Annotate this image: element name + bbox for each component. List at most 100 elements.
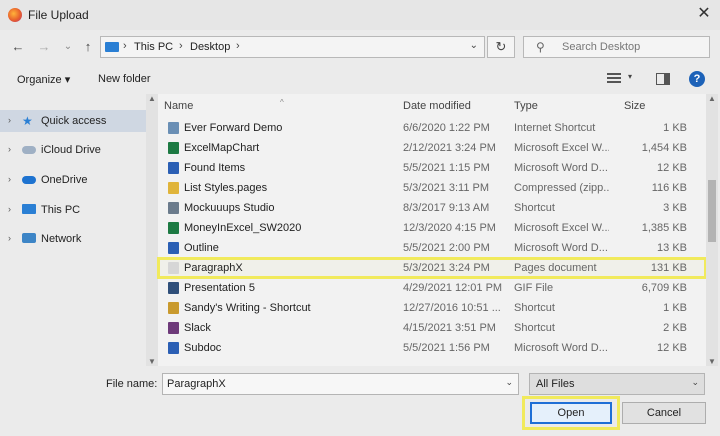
file-list-scrollbar[interactable]: ▲ ▼: [706, 94, 718, 366]
file-name-field[interactable]: ⌄: [162, 373, 519, 395]
file-name: Subdoc: [184, 342, 222, 354]
title-bar: File Upload ✕: [0, 0, 720, 30]
chevron-right-icon[interactable]: ›: [8, 204, 11, 214]
file-type: Shortcut: [514, 322, 555, 334]
chevron-right-icon: ›: [179, 40, 183, 52]
file-type: Shortcut: [514, 302, 555, 314]
chevron-down-icon[interactable]: ▾: [628, 72, 632, 81]
file-date: 4/15/2021 3:51 PM: [403, 322, 496, 334]
file-name: Presentation 5: [184, 282, 255, 294]
star-icon: ★: [22, 114, 33, 128]
sidebar-item-onedrive[interactable]: › OneDrive: [0, 169, 146, 191]
file-row[interactable]: ParagraphX 5/3/2021 3:24 PM Pages document…: [157, 257, 707, 279]
sidebar-item-quick-access[interactable]: › ★ Quick access: [0, 110, 146, 132]
sidebar-item-label: Quick access: [41, 115, 107, 127]
file-row[interactable]: Subdoc 5/5/2021 1:56 PM Microsoft Word D..…: [158, 338, 706, 358]
search-input[interactable]: ⚲ Search Desktop: [523, 36, 710, 58]
chevron-down-icon[interactable]: ⌄: [505, 377, 513, 388]
preview-pane-icon[interactable]: [656, 73, 670, 85]
file-row[interactable]: Mockuuups Studio 8/3/2017 9:13 AM Shortcut…: [158, 198, 706, 218]
search-icon: ⚲: [536, 40, 545, 54]
chevron-down-icon[interactable]: ⌄: [470, 40, 478, 51]
file-type: Microsoft Excel W...: [514, 222, 609, 234]
image-icon: [168, 282, 179, 294]
breadcrumb-desktop[interactable]: Desktop: [190, 41, 230, 53]
file-size: 13 KB: [657, 242, 687, 254]
address-bar[interactable]: › This PC › Desktop › ⌄: [100, 36, 485, 58]
sidebar-item-network[interactable]: › Network: [0, 228, 146, 250]
file-row[interactable]: Presentation 5 4/29/2021 12:01 PM GIF File…: [158, 278, 706, 298]
file-size: 3 KB: [663, 202, 687, 214]
scroll-up-icon[interactable]: ▲: [708, 94, 716, 103]
help-icon[interactable]: ?: [689, 71, 705, 87]
file-row[interactable]: List Styles.pages 5/3/2021 3:11 PM Compres…: [158, 178, 706, 198]
word-icon: [168, 342, 179, 354]
file-name: List Styles.pages: [184, 182, 268, 194]
firefox-icon: [8, 8, 22, 22]
sidebar-item-icloud-drive[interactable]: › iCloud Drive: [0, 139, 146, 161]
file-row[interactable]: MoneyInExcel_SW2020 12/3/2020 4:15 PM Micr…: [158, 218, 706, 238]
scroll-down-icon[interactable]: ▼: [708, 357, 716, 366]
scroll-down-icon[interactable]: ▼: [148, 357, 156, 366]
organize-menu[interactable]: Organize ▾: [17, 73, 70, 86]
column-header-type[interactable]: Type: [514, 100, 538, 112]
file-row[interactable]: Ever Forward Demo 6/6/2020 1:22 PM Interne…: [158, 118, 706, 138]
file-row[interactable]: Slack 4/15/2021 3:51 PM Shortcut 2 KB: [158, 318, 706, 338]
file-size: 1,454 KB: [641, 142, 687, 154]
up-arrow-icon[interactable]: ↑: [80, 38, 96, 56]
chevron-right-icon[interactable]: ›: [8, 115, 11, 125]
file-row[interactable]: Outline 5/5/2021 2:00 PM Microsoft Word D.…: [158, 238, 706, 258]
file-date: 12/27/2016 10:51 ...: [403, 302, 501, 314]
file-type: Microsoft Word D...: [514, 162, 608, 174]
file-type-value: All Files: [536, 378, 575, 390]
excel-icon: [168, 142, 179, 154]
file-size: 116 KB: [651, 182, 687, 194]
chevron-right-icon: ›: [236, 40, 240, 52]
dialog-title: File Upload: [28, 8, 89, 22]
recent-locations-icon[interactable]: ⌄: [60, 38, 76, 56]
sidebar-scrollbar[interactable]: ▲ ▼: [146, 94, 158, 366]
refresh-button[interactable]: ↻: [487, 36, 515, 58]
chevron-right-icon[interactable]: ›: [8, 144, 11, 154]
document-icon: [168, 262, 179, 274]
file-type-select[interactable]: All Files ⌄: [529, 373, 705, 395]
file-date: 8/3/2017 9:13 AM: [403, 202, 490, 214]
new-folder-button[interactable]: New folder: [98, 73, 151, 85]
back-arrow-icon[interactable]: ←: [10, 38, 26, 56]
file-row[interactable]: ExcelMapChart 2/12/2021 3:24 PM Microsoft …: [158, 138, 706, 158]
computer-icon: [22, 204, 36, 214]
column-header-name[interactable]: Name ^: [164, 98, 284, 112]
forward-arrow-icon[interactable]: →: [36, 38, 52, 56]
word-icon: [168, 162, 179, 174]
chevron-right-icon[interactable]: ›: [8, 174, 11, 184]
file-row[interactable]: Found Items 5/5/2021 1:15 PM Microsoft Wor…: [158, 158, 706, 178]
cancel-button[interactable]: Cancel: [622, 402, 706, 424]
onedrive-icon: [22, 176, 36, 184]
open-button[interactable]: Open: [530, 402, 612, 424]
view-options-icon[interactable]: [607, 73, 621, 85]
column-header-date[interactable]: Date modified: [403, 100, 471, 112]
breadcrumb-this-pc[interactable]: This PC: [134, 41, 173, 53]
file-size: 12 KB: [657, 162, 687, 174]
close-button[interactable]: ✕: [694, 4, 714, 24]
scrollbar-thumb[interactable]: [708, 180, 716, 242]
sidebar-item-this-pc[interactable]: › This PC: [0, 199, 146, 221]
file-name: MoneyInExcel_SW2020: [184, 222, 302, 234]
navigation-bar: ← → ⌄ ↑ › This PC › Desktop › ⌄ ↻ ⚲ Sear…: [0, 30, 720, 64]
scroll-up-icon[interactable]: ▲: [148, 94, 156, 103]
file-name-label: File name:: [106, 378, 158, 390]
word-icon: [168, 242, 179, 254]
chevron-right-icon[interactable]: ›: [8, 233, 11, 243]
chevron-down-icon[interactable]: ⌄: [691, 377, 699, 388]
column-header-size[interactable]: Size: [624, 100, 645, 112]
file-type: Internet Shortcut: [514, 122, 596, 134]
file-name: Slack: [184, 322, 211, 334]
file-size: 1 KB: [663, 302, 687, 314]
file-name: Sandy's Writing - Shortcut: [184, 302, 311, 314]
file-type: Microsoft Word D...: [514, 242, 608, 254]
file-name-input[interactable]: [163, 374, 483, 394]
file-type: GIF File: [514, 282, 554, 294]
file-row[interactable]: Sandy's Writing - Shortcut 12/27/2016 10:…: [158, 298, 706, 318]
sidebar-item-label: iCloud Drive: [41, 144, 101, 156]
sidebar-item-label: OneDrive: [41, 174, 88, 186]
